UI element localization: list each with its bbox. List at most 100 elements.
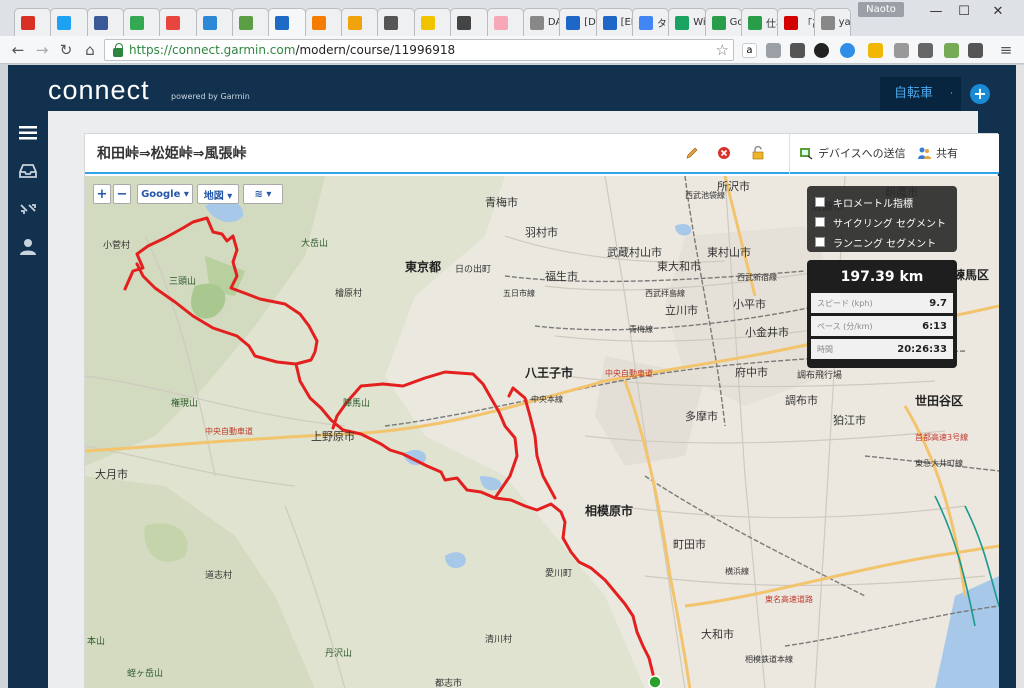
browser-tab[interactable] (304, 8, 343, 36)
extension-icon[interactable] (968, 43, 983, 58)
browser-tab[interactable] (268, 8, 306, 36)
unlock-icon[interactable] (751, 146, 765, 160)
speed-value[interactable]: 9.7 (929, 298, 947, 309)
course-map[interactable]: 所沢市朝霞市西武池袋線清瀬市青梅市羽村市武蔵村山市東村山市東大和市練馬区小菅村大… (85, 176, 999, 688)
browser-tab[interactable]: [EK (595, 8, 633, 36)
running-segments-checkbox[interactable] (815, 237, 825, 247)
download-extension-icon[interactable] (894, 43, 909, 58)
map-place-label: 檜原村 (335, 289, 363, 299)
map-provider-dropdown[interactable]: Google ▾ (137, 184, 193, 204)
user-icon[interactable] (18, 237, 38, 257)
extension-icon[interactable] (944, 43, 959, 58)
reload-icon[interactable]: ↻ (56, 40, 76, 60)
extension-icon[interactable] (814, 43, 829, 58)
browser-tab[interactable] (413, 8, 452, 36)
tab-title: Goo (729, 17, 741, 28)
route-start-marker[interactable] (648, 675, 662, 688)
time-value[interactable]: 20:26:33 (897, 344, 947, 355)
zoom-in-button[interactable]: + (93, 184, 111, 204)
edit-pencil-icon[interactable] (685, 146, 699, 160)
running-segments-option[interactable]: ランニング セグメント (815, 232, 949, 252)
browser-tab[interactable] (86, 8, 125, 36)
back-icon[interactable]: ← (8, 40, 28, 60)
course-stats: 197.39 km スピード (kph) 9.7 ペース (分/km) 6:13… (807, 260, 957, 368)
menu-icon[interactable] (18, 123, 38, 143)
tab-favicon-icon (638, 15, 653, 30)
tab-favicon-icon (348, 15, 363, 30)
map-place-label: 日の出町 (455, 265, 492, 275)
tab-title: 「高 (802, 19, 813, 30)
browser-tab[interactable] (123, 8, 161, 36)
km-markers-checkbox[interactable] (815, 197, 825, 207)
browser-tab[interactable]: DAN (522, 8, 561, 36)
close-icon[interactable]: ✕ (984, 3, 1012, 21)
tab-favicon-icon (566, 15, 581, 30)
extension-icon[interactable] (790, 43, 805, 58)
powered-by-label: powered by Garmin (171, 92, 250, 101)
map-place-label: 東名高速道路 (765, 595, 813, 604)
extension-icon[interactable] (918, 43, 933, 58)
map-place-label: 調布飛行場 (797, 371, 843, 381)
map-place-label: 福生市 (545, 270, 578, 283)
minimize-icon[interactable]: — (922, 3, 950, 21)
km-markers-option[interactable]: キロメートル指標 (815, 192, 949, 212)
maximize-icon[interactable]: ☐ (950, 3, 978, 21)
map-place-label: 三頭山 (169, 277, 197, 287)
km-markers-label: キロメートル指標 (833, 198, 913, 210)
speed-label: スピード (kph) (817, 298, 873, 308)
browser-tab[interactable] (159, 8, 197, 36)
add-button[interactable]: + (970, 84, 990, 104)
send-to-device-button[interactable]: デバイスへの送信 (799, 145, 906, 161)
map-place-label: 中央自動車道 (205, 427, 253, 436)
amazon-extension-icon[interactable]: a (742, 43, 757, 58)
share-people-icon (918, 147, 931, 159)
map-place-label: 横浜線 (725, 567, 749, 576)
activity-type-selector[interactable]: 自転車 · (880, 77, 961, 111)
profile-button[interactable]: Naoto (858, 2, 904, 17)
inbox-icon[interactable] (18, 161, 38, 181)
map-type-dropdown[interactable]: 地図 ▾ (197, 184, 239, 204)
browser-tab[interactable] (486, 8, 524, 36)
map-place-label: 武蔵村山市 (607, 246, 662, 259)
zoom-out-button[interactable]: − (113, 184, 131, 204)
browser-tab[interactable] (50, 8, 88, 36)
browser-tab[interactable]: Win (668, 8, 706, 36)
browser-tab[interactable] (377, 8, 415, 36)
tab-favicon-icon (202, 15, 217, 30)
browser-tab[interactable] (195, 8, 234, 36)
connect-logo[interactable]: connect (48, 75, 150, 106)
tab-title: 仕事 (765, 19, 777, 30)
cycling-segments-checkbox[interactable] (815, 217, 825, 227)
browser-tab[interactable]: タブ (631, 8, 670, 36)
browser-tab[interactable] (341, 8, 379, 36)
browser-tab[interactable]: [DV (559, 8, 597, 36)
share-button[interactable]: 共有 (917, 145, 958, 161)
layers-dropdown[interactable]: ≋ ▾ (243, 184, 283, 204)
home-icon[interactable]: ⌂ (80, 40, 100, 60)
browser-tab[interactable] (14, 8, 52, 36)
cloud-extension-icon[interactable] (840, 43, 855, 58)
map-place-label: 小平市 (733, 298, 766, 311)
extension-icon[interactable] (766, 43, 781, 58)
browser-tab[interactable]: 仕事 (740, 8, 779, 36)
browser-tab[interactable]: 「高 (777, 8, 815, 36)
page-scrollbar[interactable] (1016, 65, 1024, 688)
tab-favicon-icon (311, 15, 326, 30)
compare-icon[interactable] (18, 199, 38, 219)
browser-tab[interactable] (450, 8, 488, 36)
pace-value[interactable]: 6:13 (922, 321, 947, 332)
cycling-segments-option[interactable]: サイクリング セグメント (815, 212, 949, 232)
bookmark-star-icon[interactable]: ☆ (716, 41, 729, 59)
browser-tab[interactable]: yab (813, 8, 851, 36)
time-label: 時間 (817, 344, 833, 354)
menu-icon[interactable]: ≡ (996, 40, 1016, 60)
browser-tab[interactable] (232, 8, 270, 36)
extension-icon[interactable] (868, 43, 883, 58)
map-place-label: 西武拝島線 (645, 289, 685, 298)
address-bar[interactable]: https://connect.garmin.com/modern/course… (104, 39, 734, 61)
browser-tab[interactable]: Goo (704, 8, 742, 36)
map-place-label: 東村山市 (707, 246, 751, 259)
forward-icon[interactable]: → (32, 40, 52, 60)
delete-icon[interactable] (717, 146, 731, 160)
tab-favicon-icon (457, 15, 472, 30)
